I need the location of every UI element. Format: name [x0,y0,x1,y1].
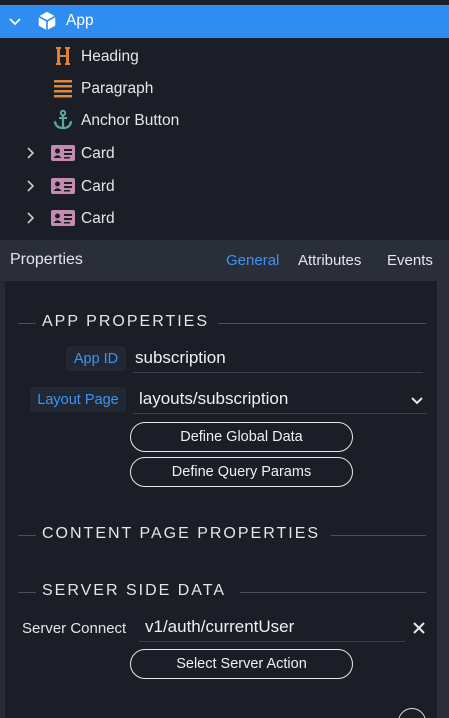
heading-icon [50,45,76,67]
app-id-input[interactable]: subscription [135,348,226,368]
chevron-down-icon[interactable] [8,15,22,29]
divider [240,592,426,593]
server-connect-label: Server Connect [22,620,127,637]
tab-events[interactable]: Events [387,252,433,269]
layout-page-underline [133,413,427,414]
chevron-down-icon[interactable] [410,394,424,408]
tree-item-label: Anchor Button [81,112,180,129]
divider [18,535,36,536]
tree-item-label: Heading [81,48,139,65]
tree-item-app[interactable]: App [0,5,449,38]
define-global-data-button[interactable]: Define Global Data [130,422,353,452]
anchor-icon [50,109,76,131]
tab-attributes[interactable]: Attributes [298,252,361,269]
tree-item-card[interactable]: Card [0,137,449,169]
tree-item-paragraph[interactable]: Paragraph [0,73,449,105]
divider [18,323,36,324]
chevron-right-icon[interactable] [24,179,38,193]
section-title: APP PROPERTIES [42,313,210,330]
tab-general[interactable]: General [226,252,279,269]
section-app-properties: APP PROPERTIES [18,313,426,333]
define-query-params-button[interactable]: Define Query Params [130,457,353,487]
app-id-label: App ID [66,346,126,371]
section-title: CONTENT PAGE PROPERTIES [42,525,321,542]
id-card-icon [50,142,76,164]
panel-edge [0,281,5,718]
divider [18,592,36,593]
tree-item-label: Paragraph [81,80,154,97]
properties-title: Properties [10,251,83,268]
chevron-right-icon[interactable] [24,211,38,225]
properties-header: Properties General Attributes Events [0,240,449,281]
scrollbar[interactable] [437,281,449,718]
id-card-icon [50,175,76,197]
server-connect-underline [139,641,405,642]
paragraph-icon [50,77,76,99]
section-title: SERVER SIDE DATA [42,582,227,599]
layout-page-label: Layout Page [30,387,126,412]
divider [218,323,426,324]
close-icon[interactable] [411,620,427,636]
tree-item-card[interactable]: Card [0,170,449,202]
section-server-side-data: SERVER SIDE DATA [18,582,426,602]
divider [331,535,426,536]
server-connect-input[interactable]: v1/auth/currentUser [145,617,294,637]
id-card-icon [50,207,76,229]
select-server-action-button[interactable]: Select Server Action [130,649,353,679]
app-id-underline [133,372,423,373]
component-tree: App Heading Paragraph Anchor Button Card… [0,0,449,240]
tree-item-label: Card [81,178,115,195]
tree-item-label: Card [81,210,115,227]
tree-item-card[interactable]: Card [0,202,449,234]
tree-item-label: App [66,12,94,29]
chevron-right-icon[interactable] [24,146,38,160]
section-content-page-properties: CONTENT PAGE PROPERTIES [18,525,426,545]
layout-page-select[interactable]: layouts/subscription [139,389,288,409]
tree-item-heading[interactable]: Heading [0,41,449,73]
cube-icon [34,10,60,32]
tree-item-anchor-button[interactable]: Anchor Button [0,105,449,137]
tree-item-label: Card [81,145,115,162]
